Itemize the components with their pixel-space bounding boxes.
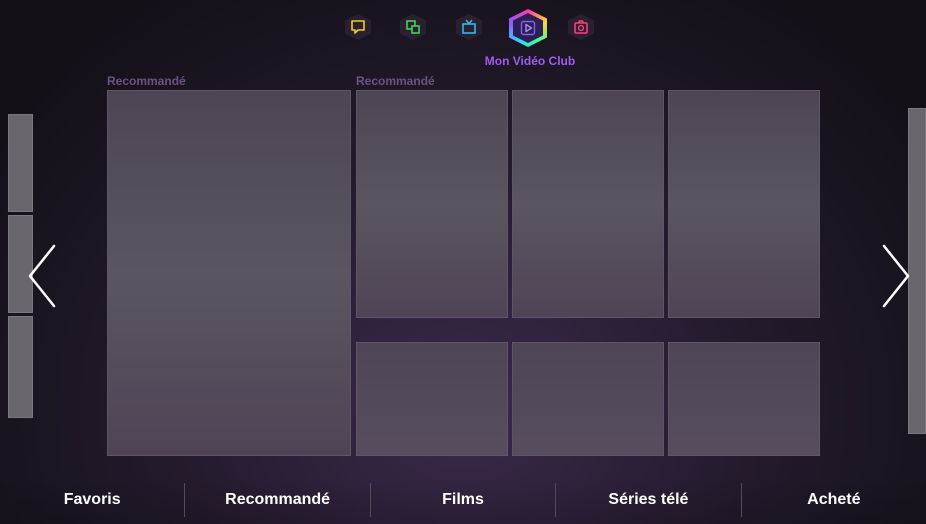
chat-icon-glyph <box>351 20 365 34</box>
content-tile[interactable] <box>512 342 664 456</box>
content-tile[interactable] <box>356 90 508 318</box>
chat-icon[interactable] <box>345 14 371 40</box>
play-icon[interactable] <box>509 9 547 47</box>
previous-arrow-icon[interactable] <box>22 236 62 316</box>
section-label: Recommandé <box>356 74 435 88</box>
menu-item-series-tele[interactable]: Séries télé <box>556 491 740 509</box>
content-tile[interactable] <box>668 90 820 318</box>
hub-title: Mon Vidéo Club <box>484 54 576 68</box>
menu-item-recommande[interactable]: Recommandé <box>185 491 369 509</box>
side-panel-left-bottom[interactable] <box>8 316 33 418</box>
chevron-left-icon <box>28 244 56 308</box>
top-bar: Mon Vidéo Club <box>0 0 926 82</box>
tv-icon-glyph <box>462 19 476 34</box>
menu-item-films[interactable]: Films <box>371 491 555 509</box>
section-label: Recommandé <box>107 74 186 88</box>
content-tile-large[interactable] <box>107 90 351 456</box>
multiscreen-icon-glyph <box>406 20 420 34</box>
camera-icon-glyph <box>574 20 588 34</box>
play-icon-glyph <box>520 20 536 36</box>
camera-icon[interactable] <box>568 14 594 40</box>
content-tile[interactable] <box>512 90 664 318</box>
chevron-right-icon <box>882 244 910 308</box>
bottom-menu: Favoris Recommandé Films Séries télé Ach… <box>0 476 926 524</box>
menu-item-favoris[interactable]: Favoris <box>0 491 184 509</box>
content-tile[interactable] <box>356 342 508 456</box>
next-arrow-icon[interactable] <box>876 236 916 316</box>
content-tile[interactable] <box>668 342 820 456</box>
tv-icon[interactable] <box>456 14 482 40</box>
side-panel-left-top[interactable] <box>8 114 33 212</box>
multiscreen-icon[interactable] <box>400 14 426 40</box>
menu-item-achete[interactable]: Acheté <box>742 491 926 509</box>
